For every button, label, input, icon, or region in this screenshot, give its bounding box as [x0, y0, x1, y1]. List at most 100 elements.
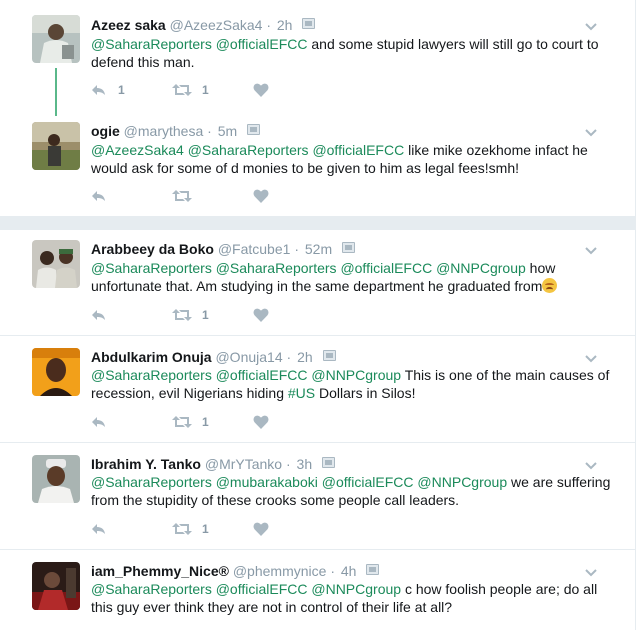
user-handle[interactable]: @phemmynice [233, 563, 327, 579]
timestamp[interactable]: 3h [297, 456, 313, 472]
user-handle[interactable]: @Fatcube1 [218, 241, 291, 257]
user-handle[interactable]: @AzeezSaka4 [170, 17, 263, 33]
conversation-gap [0, 216, 636, 230]
tweet[interactable]: Azeez saka @AzeezSaka4 · 2h @SaharaRepor… [0, 0, 636, 110]
chevron-down-icon[interactable] [585, 242, 597, 255]
user-handle[interactable]: @Onuja14 [215, 349, 282, 365]
mention-link[interactable]: @SaharaReporters [91, 36, 212, 52]
retweet-count: 1 [202, 83, 209, 97]
tweet[interactable]: Ibrahim Y. Tanko @MrYTanko · 3h @SaharaR… [0, 443, 636, 549]
heart-icon [253, 522, 269, 536]
timeline: Azeez saka @AzeezSaka4 · 2h @SaharaRepor… [0, 0, 636, 630]
timestamp[interactable]: 2h [277, 17, 293, 33]
tweet-text: @AzeezSaka4 @SaharaReporters @officialEF… [91, 141, 611, 177]
user-name[interactable]: Ibrahim Y. Tanko [91, 456, 201, 472]
user-name[interactable]: iam_Phemmy_Nice® [91, 563, 229, 579]
separator-dot: · [294, 241, 299, 257]
mention-link[interactable]: #US [288, 385, 315, 401]
user-name[interactable]: Arabbeey da Boko [91, 241, 214, 257]
user-name[interactable]: Azeez saka [91, 17, 166, 33]
geo-icon [366, 564, 380, 575]
reply-count: 1 [118, 83, 125, 97]
tweet[interactable]: ogie @marythesa · 5m @AzeezSaka4 @Sahara… [0, 110, 636, 215]
chevron-down-icon[interactable] [585, 350, 597, 363]
heart-icon [253, 83, 269, 97]
mention-link[interactable]: @SaharaReporters [91, 474, 212, 490]
retweet-button[interactable] [172, 82, 192, 98]
like-button[interactable] [253, 307, 269, 323]
timestamp[interactable]: 4h [341, 563, 357, 579]
mention-link[interactable]: @officialEFCC [216, 581, 308, 597]
mention-link[interactable]: @officialEFCC [216, 367, 308, 383]
persevering-face-emoji-icon [542, 278, 558, 293]
retweet-button[interactable] [172, 521, 192, 537]
user-name[interactable]: ogie [91, 123, 120, 139]
mention-link[interactable]: @officialEFCC [340, 260, 432, 276]
retweet-button[interactable] [172, 188, 192, 204]
geo-icon [302, 18, 316, 29]
mention-link[interactable]: @SaharaReporters [216, 260, 337, 276]
reply-button[interactable] [91, 521, 107, 537]
tweet-text-segment: Dollars in Silos! [315, 385, 416, 401]
avatar[interactable] [32, 122, 80, 170]
avatar[interactable] [32, 562, 80, 610]
reply-button[interactable] [91, 82, 107, 98]
heart-icon [253, 189, 269, 203]
chevron-down-icon[interactable] [585, 457, 597, 470]
mention-link[interactable]: @AzeezSaka4 [91, 142, 184, 158]
tweet[interactable]: Abdulkarim Onuja @Onuja14 · 2h @SaharaRe… [0, 336, 636, 442]
user-handle[interactable]: @MrYTanko [205, 456, 282, 472]
mention-link[interactable]: @SaharaReporters [91, 260, 212, 276]
mention-link[interactable]: @officialEFCC [216, 36, 308, 52]
like-button[interactable] [253, 521, 269, 537]
retweet-button[interactable] [172, 414, 192, 430]
tweet[interactable]: Arabbeey da Boko @Fatcube1 · 52m @Sahara… [0, 230, 636, 335]
avatar[interactable] [32, 348, 80, 396]
chevron-down-icon[interactable] [585, 564, 597, 577]
mention-link[interactable]: @officialEFCC [312, 142, 404, 158]
chevron-down-icon[interactable] [585, 18, 597, 31]
timestamp[interactable]: 5m [218, 123, 237, 139]
like-button[interactable] [253, 188, 269, 204]
separator-dot: · [286, 349, 292, 365]
reply-icon [92, 524, 105, 534]
tweet-text: @SaharaReporters @officialEFCC and some … [91, 35, 611, 71]
avatar[interactable] [32, 15, 80, 63]
reply-button[interactable] [91, 414, 107, 430]
mention-link[interactable]: @NNPCgroup [311, 367, 401, 383]
mention-link[interactable]: @SaharaReporters [188, 142, 309, 158]
timestamp[interactable]: 2h [297, 349, 313, 365]
mention-link[interactable]: @NNPCgroup [436, 260, 526, 276]
reply-icon [92, 417, 105, 427]
timestamp[interactable]: 52m [305, 241, 332, 257]
user-name[interactable]: Abdulkarim Onuja [91, 349, 212, 365]
mention-link[interactable]: @mubarakaboki [216, 474, 318, 490]
mention-link[interactable]: @SaharaReporters [91, 581, 212, 597]
tweet-actions: 1 1 [91, 82, 351, 98]
tweet-actions: 1 [91, 307, 351, 323]
mention-link[interactable]: @SaharaReporters [91, 367, 212, 383]
separator-dot: · [207, 123, 212, 139]
chevron-down-icon[interactable] [585, 124, 597, 137]
retweet-button[interactable] [172, 307, 192, 323]
like-button[interactable] [253, 82, 269, 98]
avatar[interactable] [32, 240, 80, 288]
user-handle[interactable]: @marythesa [124, 123, 204, 139]
reply-button[interactable] [91, 188, 107, 204]
mention-link[interactable]: @NNPCgroup [311, 581, 401, 597]
tweet[interactable]: iam_Phemmy_Nice® @phemmynice · 4h @Sahar… [0, 550, 636, 630]
like-button[interactable] [253, 414, 269, 430]
tweet-actions: 1 [91, 521, 351, 537]
separator-dot: · [266, 17, 271, 33]
mention-link[interactable]: @NNPCgroup [417, 474, 507, 490]
tweet-text: @SaharaReporters @officialEFCC @NNPCgrou… [91, 580, 611, 616]
geo-icon [322, 350, 336, 361]
tweet-text: @SaharaReporters @SaharaReporters @offic… [91, 259, 611, 295]
avatar[interactable] [32, 455, 80, 503]
reply-button[interactable] [91, 307, 107, 323]
geo-icon [322, 457, 336, 468]
tweet-actions [91, 188, 351, 204]
retweet-count: 1 [202, 308, 209, 322]
tweet-text: @SaharaReporters @mubarakaboki @official… [91, 473, 611, 509]
mention-link[interactable]: @officialEFCC [322, 474, 414, 490]
